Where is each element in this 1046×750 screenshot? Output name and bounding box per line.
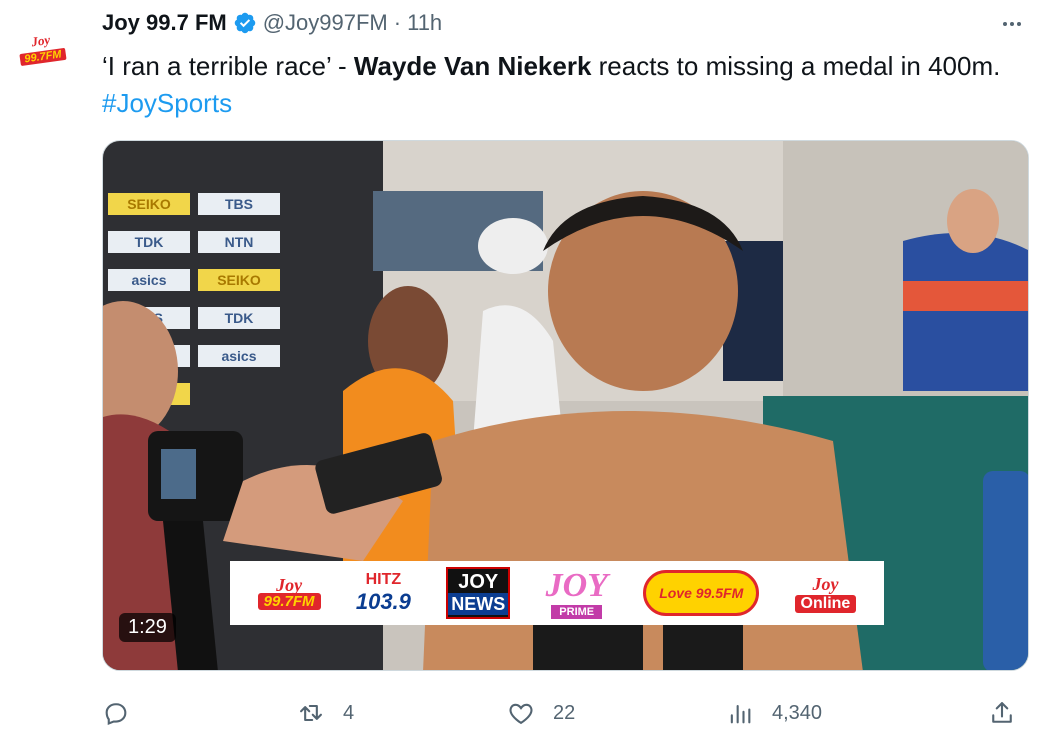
hashtag-link[interactable]: #JoySports bbox=[102, 88, 232, 118]
share-button[interactable] bbox=[988, 693, 1016, 733]
avatar-logo-bottom: 99.7FM bbox=[19, 47, 67, 67]
views-chart-icon bbox=[730, 704, 751, 724]
joy-prime-logo: JOY PRIME bbox=[545, 567, 608, 619]
sponsor-board-label: TBS bbox=[225, 196, 253, 212]
retweet-button[interactable]: 4 bbox=[297, 693, 354, 733]
video-duration-badge: 1:29 bbox=[119, 613, 176, 642]
joy-online-logo: Joy Online bbox=[794, 568, 857, 618]
joy-logo-top: Joy bbox=[276, 574, 303, 595]
joy-news-top: JOY bbox=[458, 571, 499, 593]
heart-icon bbox=[509, 703, 533, 725]
tweet-timestamp[interactable]: 11h bbox=[407, 10, 442, 36]
reply-icon bbox=[105, 703, 127, 726]
retweet-count: 4 bbox=[343, 701, 355, 724]
views-button[interactable]: 4,340 bbox=[726, 693, 822, 733]
sponsor-board-label: TDK bbox=[135, 234, 164, 250]
joy-online-bottom: Online bbox=[794, 594, 857, 613]
share-icon bbox=[992, 702, 1012, 723]
sponsor-board-label: SEIKO bbox=[217, 272, 261, 288]
tweet-text-part1: ‘I ran a terrible race’ - bbox=[102, 51, 354, 81]
video-player[interactable]: SEIKOTBSTDKNTNasicsSEIKOTBSTDKNTNasicsSE… bbox=[102, 140, 1029, 671]
joy-news-bottom: NEWS bbox=[448, 593, 509, 615]
account-name[interactable]: Joy 99.7 FM bbox=[102, 10, 227, 36]
like-button[interactable]: 22 bbox=[507, 693, 575, 733]
retweet-icon bbox=[300, 704, 322, 722]
header-separator: · bbox=[393, 10, 402, 35]
joy-997-logo: Joy 99.7FM bbox=[257, 568, 321, 618]
tweet-text: ‘I ran a terrible race’ - Wayde Van Niek… bbox=[102, 48, 1002, 122]
sponsor-board-label: asics bbox=[131, 272, 166, 288]
tweet-actions-bar: 4 22 4,340 bbox=[102, 693, 1029, 733]
joy-online-top: Joy bbox=[812, 573, 839, 594]
joy-prime-top: JOY bbox=[545, 567, 608, 604]
tweet-text-part2: reacts to missing a medal in 400m. bbox=[591, 51, 1001, 81]
account-avatar[interactable]: Joy 99.7FM bbox=[14, 22, 70, 78]
joy-prime-bottom: PRIME bbox=[551, 605, 603, 619]
station-logos-banner: Joy 99.7FM HITZ 103.9 JOY NEWS JOY PRIME… bbox=[230, 561, 884, 625]
tweet-header: Joy 99.7 FM @Joy997FM · 11h bbox=[102, 8, 442, 38]
sponsor-board-label: SEIKO bbox=[127, 196, 171, 212]
verified-badge-icon[interactable] bbox=[233, 11, 257, 35]
hitz-fm-logo: HITZ 103.9 bbox=[356, 568, 411, 618]
sponsor-board-label: TDK bbox=[225, 310, 254, 326]
love-fm-text: Love 99.5FM bbox=[659, 585, 744, 601]
hitz-logo-top: HITZ bbox=[365, 571, 402, 588]
account-handle[interactable]: @Joy997FM bbox=[263, 10, 388, 36]
joy-news-logo: JOY NEWS bbox=[446, 567, 511, 619]
reply-button[interactable] bbox=[102, 693, 148, 733]
sponsor-board-label: asics bbox=[221, 348, 256, 364]
more-options-icon[interactable] bbox=[998, 10, 1026, 38]
like-count: 22 bbox=[553, 701, 576, 724]
tweet-text-bold-name: Wayde Van Niekerk bbox=[353, 51, 592, 81]
joy-logo-freq: 99.7FM bbox=[257, 592, 321, 610]
sponsor-board-label: NTN bbox=[225, 234, 254, 250]
joy-fm-logo: Joy 99.7FM bbox=[14, 32, 70, 69]
love-fm-logo: Love 99.5FM bbox=[643, 570, 760, 616]
views-count: 4,340 bbox=[772, 701, 823, 724]
hitz-logo-freq: 103.9 bbox=[355, 589, 411, 614]
